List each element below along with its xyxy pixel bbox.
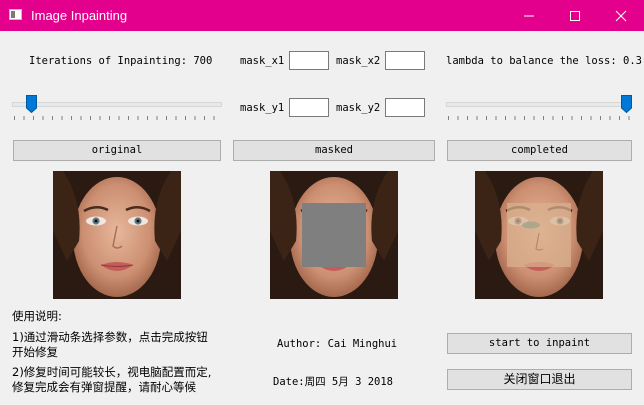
lambda-slider[interactable]	[446, 95, 632, 125]
iterations-label: Iterations of Inpainting: 700	[29, 55, 213, 67]
mask-square	[302, 203, 366, 267]
instructions-line1a: 1)通过滑动条选择参数，点击完成按钮	[12, 330, 208, 344]
mask-x2-label: mask_x2	[336, 55, 381, 67]
completed-button[interactable]: completed	[447, 140, 632, 161]
maximize-icon	[570, 11, 580, 21]
original-image	[53, 171, 181, 299]
minimize-icon	[524, 15, 534, 17]
author-label: Author: Cai Minghui	[277, 338, 398, 350]
date-label: Date:周四 5月 3 2018	[273, 376, 394, 388]
slider-ticks	[14, 116, 220, 120]
instructions-heading: 使用说明:	[12, 309, 62, 323]
mask-y2-input[interactable]	[385, 98, 425, 117]
masked-image	[270, 171, 398, 299]
mask-x1-label: mask_x1	[240, 55, 285, 67]
iterations-slider[interactable]	[12, 95, 222, 125]
slider-groove	[12, 102, 222, 107]
original-button[interactable]: original	[13, 140, 221, 161]
mask-y1-input[interactable]	[289, 98, 329, 117]
title-bar[interactable]: Image Inpainting	[0, 0, 644, 31]
app-icon	[9, 9, 22, 20]
close-icon	[615, 10, 627, 22]
instructions-line2b: 修复完成会有弹窗提醒，请耐心等候	[12, 380, 196, 394]
completed-image	[475, 171, 603, 299]
window-title: Image Inpainting	[31, 8, 128, 23]
slider-groove	[446, 102, 632, 107]
mask-y1-label: mask_y1	[240, 102, 285, 114]
slider-thumb[interactable]	[621, 95, 632, 113]
lambda-label: lambda to balance the loss: 0.3	[446, 55, 642, 67]
minimize-button[interactable]	[506, 0, 552, 31]
start-inpaint-button[interactable]: start to inpaint	[447, 333, 632, 354]
maximize-button[interactable]	[552, 0, 598, 31]
instructions-line2a: 2)修复时间可能较长，视电脑配置而定,	[12, 365, 212, 379]
slider-thumb[interactable]	[26, 95, 37, 113]
masked-button[interactable]: masked	[233, 140, 435, 161]
quit-button[interactable]: 关闭窗口退出	[447, 369, 632, 390]
close-button[interactable]	[598, 0, 644, 31]
instructions-line1b: 开始修复	[12, 345, 58, 359]
mask-y2-label: mask_y2	[336, 102, 381, 114]
mask-x1-input[interactable]	[289, 51, 329, 70]
slider-ticks	[448, 116, 630, 120]
mask-x2-input[interactable]	[385, 51, 425, 70]
